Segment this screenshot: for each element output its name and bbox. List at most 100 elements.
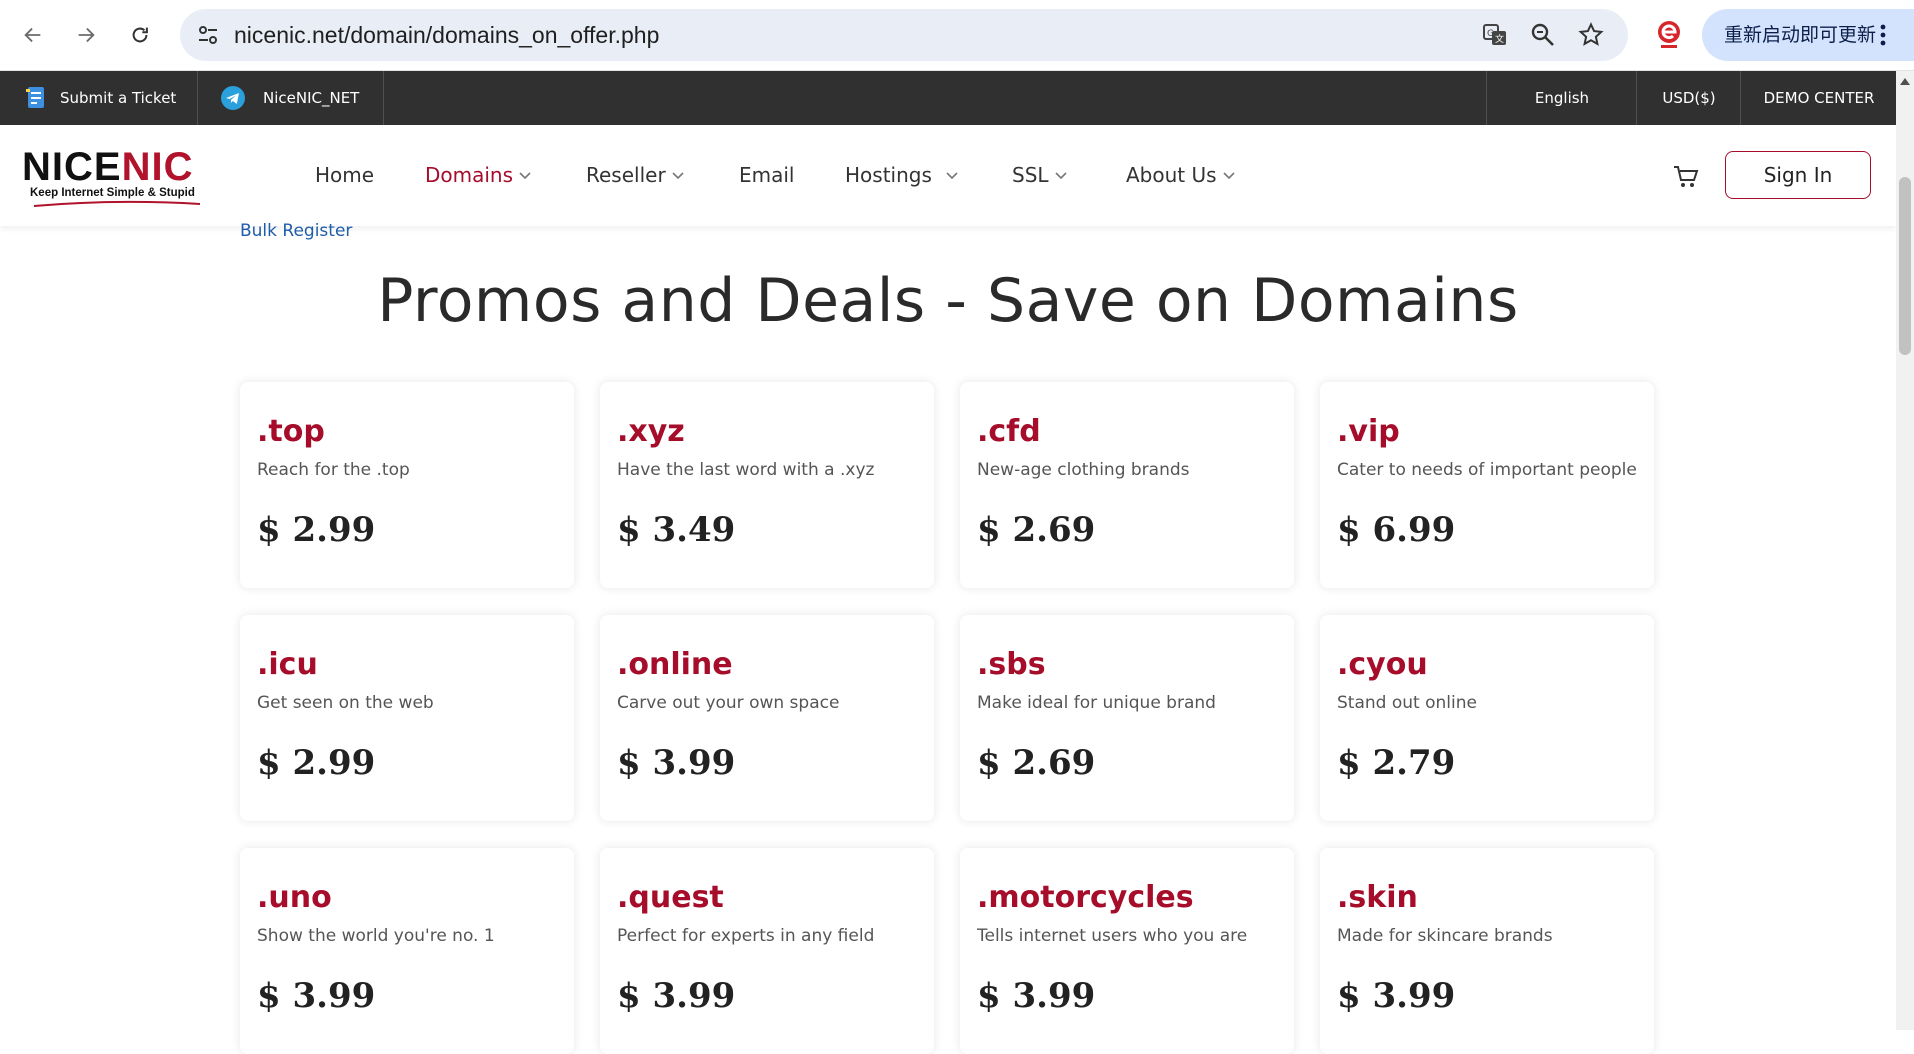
deal-price: $ 3.99 <box>1337 976 1456 1016</box>
language-selector[interactable]: English <box>1486 71 1637 125</box>
deal-price: $ 2.99 <box>257 510 376 550</box>
chevron-down-icon <box>1222 171 1235 179</box>
update-label: 重新启动即可更新 <box>1724 24 1877 46</box>
deal-card[interactable]: .skin Made for skincare brands $ 3.99 <box>1320 848 1654 1054</box>
forward-button[interactable] <box>68 17 104 53</box>
scrollbar-thumb[interactable] <box>1899 177 1911 355</box>
more-vert-icon[interactable] <box>1880 24 1886 46</box>
deal-card[interactable]: .xyz Have the last word with a .xyz $ 3.… <box>600 382 934 588</box>
page-title: Promos and Deals - Save on Domains <box>377 266 1519 336</box>
deal-card[interactable]: .cfd New-age clothing brands $ 2.69 <box>960 382 1294 588</box>
ticket-label: Submit a Ticket <box>60 89 177 107</box>
currency-label: USD($) <box>1662 89 1716 107</box>
deal-price: $ 2.99 <box>257 743 376 783</box>
language-label: English <box>1534 89 1590 107</box>
deal-price: $ 3.49 <box>617 510 736 550</box>
nav-about-us[interactable]: About Us <box>1126 125 1235 226</box>
logo-wordmark: NICENIC <box>22 145 194 189</box>
deal-description: Made for skincare brands <box>1337 926 1553 946</box>
deal-tld: .uno <box>257 880 332 915</box>
deal-tld: .icu <box>257 647 318 682</box>
nav-reseller[interactable]: Reseller <box>586 125 684 226</box>
site-logo[interactable]: NICENIC Keep Internet Simple & Stupid <box>22 147 212 207</box>
page-scrollbar[interactable] <box>1896 71 1914 1030</box>
deal-price: $ 3.99 <box>617 976 736 1016</box>
telegram-label: NiceNIC_NET <box>263 89 360 107</box>
deal-tld: .top <box>257 414 325 449</box>
extension-icon[interactable] <box>1652 17 1686 51</box>
deal-price: $ 3.99 <box>977 976 1096 1016</box>
cart-icon[interactable] <box>1672 163 1700 191</box>
deal-description: Stand out online <box>1337 693 1477 713</box>
browser-toolbar: nicenic.net/domain/domains_on_offer.php … <box>0 0 1914 71</box>
deal-description: Tells internet users who you are <box>977 926 1248 946</box>
reload-button[interactable] <box>122 17 158 53</box>
demo-center-link[interactable]: DEMO CENTER <box>1740 71 1897 125</box>
deal-tld: .vip <box>1337 414 1400 449</box>
nav-ssl[interactable]: SSL <box>1012 125 1067 226</box>
nav-email[interactable]: Email <box>739 125 795 226</box>
update-button[interactable]: 重新启动即可更新 <box>1702 9 1914 61</box>
nav-hostings[interactable]: Hostings <box>845 125 958 226</box>
deal-tld: .sbs <box>977 647 1046 682</box>
deal-description: Show the world you're no. 1 <box>257 926 495 946</box>
deal-card[interactable]: .quest Perfect for experts in any field … <box>600 848 934 1054</box>
nav-home[interactable]: Home <box>315 125 374 226</box>
deal-price: $ 3.99 <box>617 743 736 783</box>
deal-price: $ 2.69 <box>977 743 1096 783</box>
chevron-down-icon <box>519 171 531 179</box>
deal-card[interactable]: .online Carve out your own space $ 3.99 <box>600 615 934 821</box>
deal-tld: .xyz <box>617 414 685 449</box>
zoom-icon[interactable] <box>1530 22 1556 48</box>
deal-tld: .online <box>617 647 733 682</box>
deal-card[interactable]: .cyou Stand out online $ 2.79 <box>1320 615 1654 821</box>
url-text[interactable]: nicenic.net/domain/domains_on_offer.php <box>234 9 659 61</box>
logo-tagline: Keep Internet Simple & Stupid <box>30 187 195 199</box>
deal-description: Get seen on the web <box>257 693 434 713</box>
deal-tld: .cyou <box>1337 647 1428 682</box>
deal-description: Reach for the .top <box>257 460 410 480</box>
deal-card[interactable]: .sbs Make ideal for unique brand $ 2.69 <box>960 615 1294 821</box>
logo-swoosh-icon <box>33 200 201 207</box>
nav-domains[interactable]: Domains <box>425 125 531 226</box>
deal-description: Have the last word with a .xyz <box>617 460 875 480</box>
site-settings-icon[interactable] <box>196 23 220 47</box>
chevron-down-icon <box>672 171 684 179</box>
deal-price: $ 3.99 <box>257 976 376 1016</box>
deal-card[interactable]: .top Reach for the .top $ 2.99 <box>240 382 574 588</box>
deal-tld: .skin <box>1337 880 1418 915</box>
telegram-icon <box>221 86 245 110</box>
deal-price: $ 2.79 <box>1337 743 1456 783</box>
top-bar: Submit a Ticket NiceNIC_NET English USD(… <box>0 71 1896 125</box>
back-button[interactable] <box>15 17 51 53</box>
scroll-up-arrow-icon[interactable] <box>1900 77 1910 85</box>
deal-description: New-age clothing brands <box>977 460 1190 480</box>
deal-card[interactable]: .vip Cater to needs of important people … <box>1320 382 1654 588</box>
deal-description: Make ideal for unique brand <box>977 693 1216 713</box>
currency-selector[interactable]: USD($) <box>1636 71 1741 125</box>
telegram-link[interactable]: NiceNIC_NET <box>197 71 384 125</box>
chevron-down-icon <box>946 171 958 179</box>
deal-description: Perfect for experts in any field <box>617 926 875 946</box>
reload-icon <box>132 27 148 43</box>
submit-ticket-link[interactable]: Submit a Ticket <box>0 71 198 125</box>
deal-price: $ 2.69 <box>977 510 1096 550</box>
bulk-register-link[interactable]: Bulk Register <box>240 221 352 241</box>
deal-description: Cater to needs of important people <box>1337 460 1637 480</box>
deal-card[interactable]: .motorcycles Tells internet users who yo… <box>960 848 1294 1054</box>
arrow-right-icon <box>78 27 95 43</box>
translate-icon[interactable]: G 文 <box>1482 22 1508 48</box>
sign-in-button[interactable]: Sign In <box>1725 151 1871 199</box>
chevron-down-icon <box>1054 171 1067 179</box>
demo-center-label: DEMO CENTER <box>1763 89 1875 107</box>
deal-card[interactable]: .uno Show the world you're no. 1 $ 3.99 <box>240 848 574 1054</box>
deal-card[interactable]: .icu Get seen on the web $ 2.99 <box>240 615 574 821</box>
deal-tld: .quest <box>617 880 724 915</box>
bookmark-star-icon[interactable] <box>1578 22 1604 48</box>
deal-tld: .motorcycles <box>977 880 1194 915</box>
deal-tld: .cfd <box>977 414 1041 449</box>
site-header: NICENIC Keep Internet Simple & Stupid Ho… <box>0 125 1896 226</box>
deal-description: Carve out your own space <box>617 693 840 713</box>
arrow-left-icon <box>24 27 41 43</box>
address-bar[interactable]: nicenic.net/domain/domains_on_offer.php … <box>180 9 1628 61</box>
